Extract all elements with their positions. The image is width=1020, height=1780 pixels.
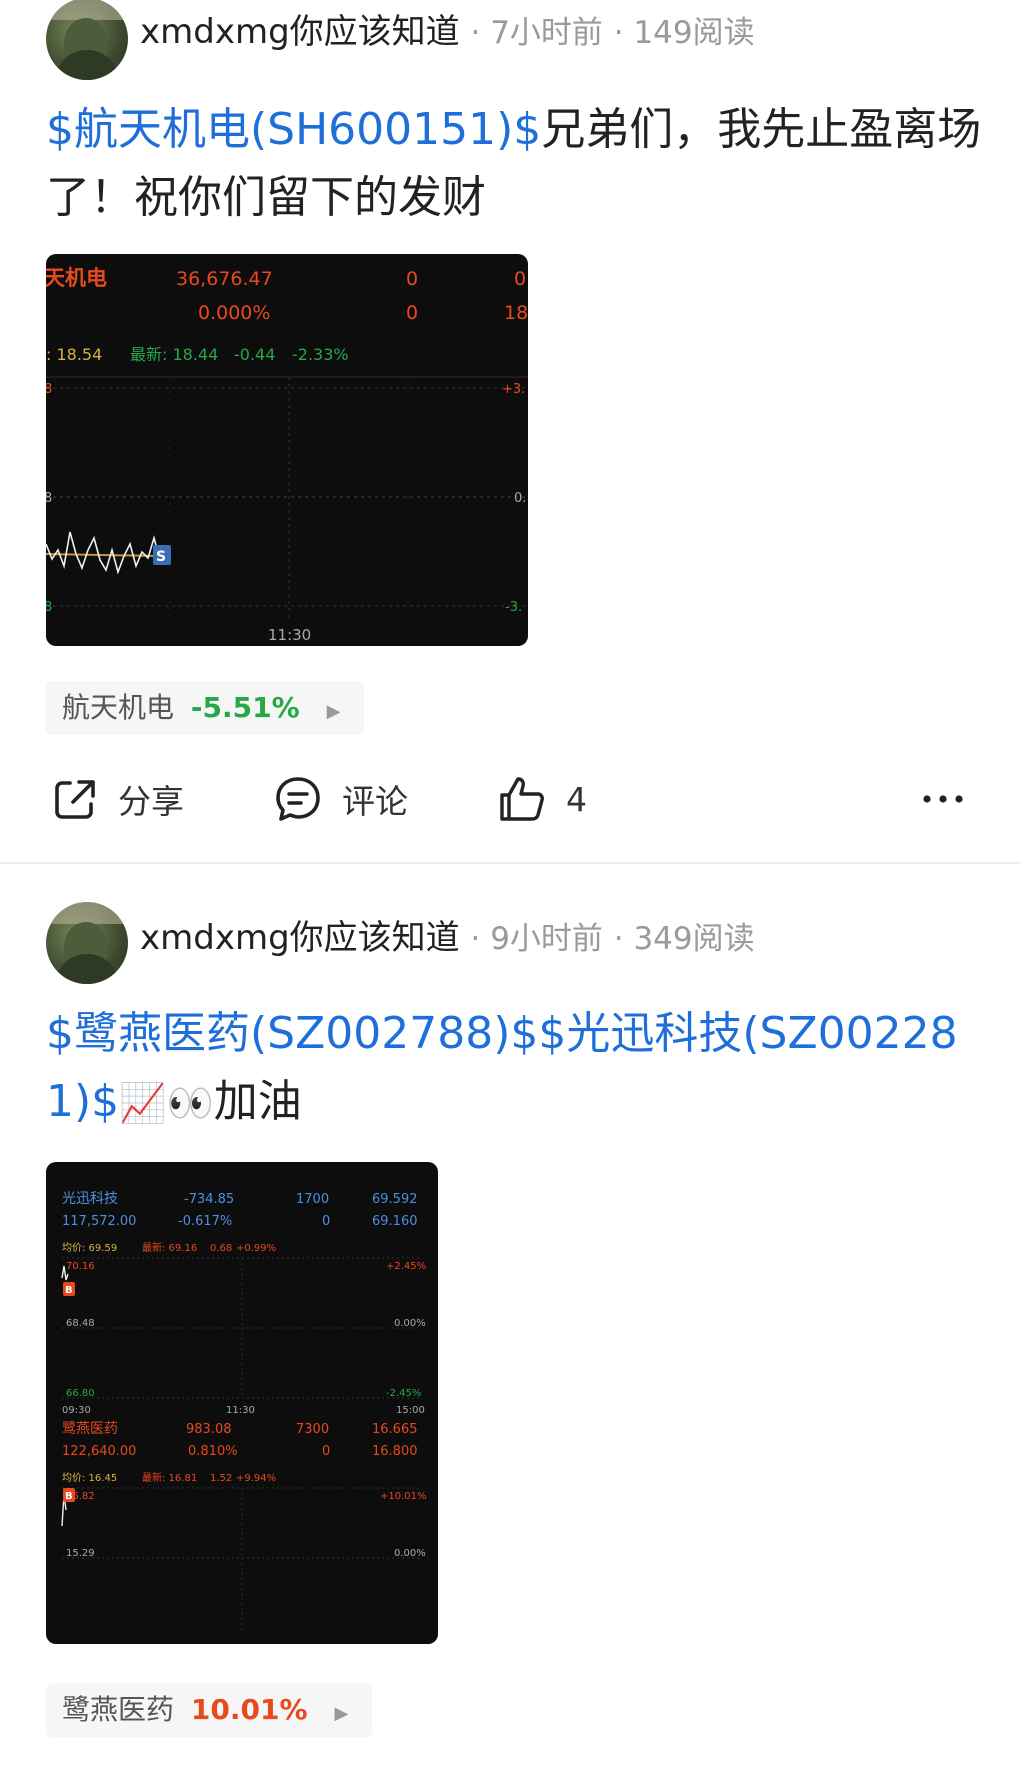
svg-text:69.592: 69.592 [372, 1192, 418, 1207]
share-button[interactable]: 分享 [50, 764, 184, 834]
svg-text:0.68: 0.68 [210, 1243, 232, 1254]
svg-text:18: 18 [504, 302, 528, 324]
svg-text:0: 0 [514, 268, 526, 290]
svg-text:70.16: 70.16 [66, 1261, 95, 1272]
post-text: 加油 [213, 1076, 302, 1127]
read-count: 149阅读 [633, 15, 755, 51]
svg-text:-2.33%: -2.33% [292, 345, 349, 364]
svg-text:68.48: 68.48 [66, 1318, 95, 1329]
post-1: xmdxmg你应该知道 · 7小时前 · 149阅读 $航天机电(SH60015… [0, 0, 1020, 862]
stock-chart-image[interactable]: 天机电 36,676.47 0.000% 0 0 0 18 : 18.54 最新… [46, 254, 528, 646]
more-button[interactable] [920, 764, 984, 834]
svg-text:69.160: 69.160 [372, 1214, 418, 1229]
svg-text:B: B [65, 1491, 73, 1502]
read-count: 349阅读 [633, 921, 755, 957]
stock-tag-pct: 10.01% [190, 1693, 308, 1726]
svg-text:09:30: 09:30 [62, 1405, 91, 1416]
comment-button[interactable]: 评论 [272, 764, 408, 834]
svg-text:117,572.00: 117,572.00 [62, 1214, 136, 1229]
svg-text:+3.: +3. [502, 382, 525, 397]
svg-text:0.00%: 0.00% [394, 1548, 426, 1559]
post-meta: xmdxmg你应该知道 · 9小时前 · 349阅读 [140, 918, 755, 958]
svg-text:15:00: 15:00 [396, 1405, 425, 1416]
like-count: 4 [566, 779, 587, 819]
more-icon [923, 795, 963, 803]
svg-text:11:30: 11:30 [268, 626, 311, 644]
svg-text:-0.617%: -0.617% [178, 1214, 232, 1229]
comment-label: 评论 [342, 782, 408, 821]
share-label: 分享 [118, 782, 184, 821]
svg-text:+10.01%: +10.01% [380, 1491, 427, 1502]
stock-tag-name: 航天机电 [62, 691, 175, 724]
svg-text:B: B [65, 1285, 73, 1296]
author-name[interactable]: xmdxmg你应该知道 [140, 12, 460, 52]
stock-tag-pct: -5.51% [190, 691, 300, 724]
svg-text:0: 0 [322, 1444, 330, 1459]
avatar[interactable] [46, 0, 128, 80]
action-bar: 分享 评论 4 [0, 764, 1020, 834]
svg-text:-3.: -3. [505, 600, 522, 615]
svg-text:16.800: 16.800 [372, 1444, 418, 1459]
post-time: 7小时前 [490, 15, 603, 51]
svg-text:15.29: 15.29 [66, 1548, 95, 1559]
svg-text:-2.45%: -2.45% [386, 1388, 421, 1399]
svg-text:最新: 18.44: 最新: 18.44 [130, 345, 218, 364]
svg-text:0.000%: 0.000% [198, 302, 270, 324]
thumbs-up-icon [500, 777, 544, 821]
post-meta: xmdxmg你应该知道 · 7小时前 · 149阅读 [140, 12, 755, 52]
share-icon [55, 780, 95, 819]
svg-text:: 18.54: : 18.54 [46, 345, 102, 364]
chart-stock-name-2: 鹭燕医药 [62, 1421, 118, 1437]
stock-chart-image[interactable]: 光迅科技 117,572.00 -734.85 -0.617% 1700 0 6… [46, 1162, 438, 1644]
svg-text:1700: 1700 [296, 1192, 329, 1207]
chart-amount: 36,676.47 [176, 268, 273, 290]
svg-text:8: 8 [46, 600, 52, 615]
svg-text:0: 0 [406, 268, 418, 290]
title-emoji: 📈👀 [119, 1081, 214, 1125]
chart-stock-name: 天机电 [46, 266, 107, 290]
svg-text:0.: 0. [514, 491, 526, 506]
author-name[interactable]: xmdxmg你应该知道 [140, 918, 460, 958]
svg-text:7300: 7300 [296, 1422, 329, 1437]
post-2: xmdxmg你应该知道 · 9小时前 · 349阅读 $鹭燕医药(SZ00278… [0, 864, 1020, 1780]
svg-text:1.52: 1.52 [210, 1473, 232, 1484]
svg-text:-734.85: -734.85 [184, 1192, 234, 1207]
stock-tag[interactable]: 鹭燕医药 10.01% ▶ [46, 1683, 373, 1737]
svg-text:0: 0 [406, 302, 418, 324]
svg-text:983.08: 983.08 [186, 1422, 232, 1437]
svg-text:S: S [156, 549, 166, 565]
svg-text:11:30: 11:30 [226, 1405, 255, 1416]
svg-text:均价: 16.45: 均价: 16.45 [62, 1472, 117, 1484]
play-arrow-icon: ▶ [326, 701, 341, 722]
svg-text:8: 8 [46, 382, 52, 397]
like-button[interactable]: 4 [496, 764, 587, 834]
svg-text:0.00%: 0.00% [394, 1318, 426, 1329]
svg-text:最新: 69.16: 最新: 69.16 [142, 1241, 197, 1254]
svg-text:+9.94%: +9.94% [236, 1473, 276, 1484]
svg-text:66.80: 66.80 [66, 1388, 95, 1399]
svg-text:0: 0 [322, 1214, 330, 1229]
svg-text:最新: 16.81: 最新: 16.81 [142, 1471, 197, 1484]
svg-text:+2.45%: +2.45% [386, 1261, 426, 1272]
svg-text:0.810%: 0.810% [188, 1444, 238, 1459]
svg-text:8: 8 [46, 491, 52, 506]
svg-text:-0.44: -0.44 [234, 345, 275, 364]
svg-text:122,640.00: 122,640.00 [62, 1444, 136, 1459]
svg-text:+0.99%: +0.99% [236, 1243, 276, 1254]
svg-text:16.665: 16.665 [372, 1422, 418, 1437]
avatar[interactable] [46, 902, 128, 984]
play-arrow-icon: ▶ [334, 1703, 349, 1724]
chart-stock-name-1: 光迅科技 [62, 1191, 118, 1207]
stock-link[interactable]: $航天机电(SH600151)$ [46, 104, 541, 155]
svg-text:均价: 69.59: 均价: 69.59 [62, 1242, 117, 1254]
post-title: $航天机电(SH600151)$兄弟们，我先止盈离场了！祝你们留下的发财 [46, 96, 986, 232]
post-time: 9小时前 [490, 921, 603, 957]
stock-tag-name: 鹭燕医药 [62, 1693, 175, 1726]
comment-icon [276, 777, 320, 821]
stock-tag[interactable]: 航天机电 -5.51% ▶ [46, 681, 365, 735]
post-title: $鹭燕医药(SZ002788)$$光迅科技(SZ002281)$📈👀加油 [46, 1000, 986, 1137]
